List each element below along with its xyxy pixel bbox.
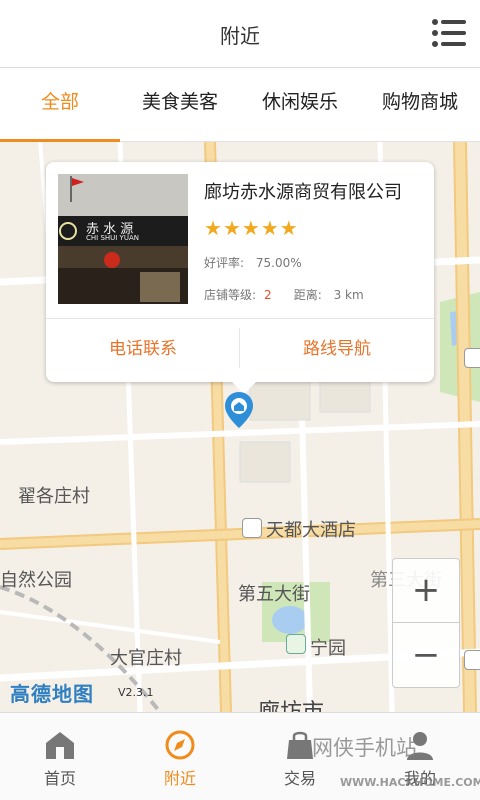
navigate-button[interactable]: 路线导航 xyxy=(240,318,434,380)
distance-label: 距离: xyxy=(293,288,322,302)
hotel-icon xyxy=(242,518,262,538)
shop-name: 廊坊赤水源商贸有限公司 xyxy=(204,182,402,203)
app-header: 附近 xyxy=(0,0,480,68)
shop-info-card[interactable]: 赤 水 源 CHI SHUI YUAN 廊坊赤水源商贸有限公司 ★ ★ ★ ★ … xyxy=(46,162,434,394)
landmark-icon xyxy=(464,348,480,368)
nav-label-home: 首页 xyxy=(43,769,76,788)
compass-icon xyxy=(165,730,195,760)
star-rating: ★ ★ ★ ★ ★ xyxy=(204,218,298,238)
level-label: 店铺等级: xyxy=(204,288,257,302)
rating-label: 好评率: xyxy=(204,256,245,270)
amap-version: V2.3.1 xyxy=(118,686,154,699)
menu-icon[interactable] xyxy=(432,18,466,48)
map-label-street5: 第五大街 xyxy=(238,584,310,605)
tab-leisure[interactable]: 休闲娱乐 xyxy=(240,68,360,142)
building-icon xyxy=(464,650,480,670)
nav-item-nearby[interactable]: 附近 xyxy=(120,713,240,800)
tab-all[interactable]: 全部 xyxy=(0,68,120,142)
map-label-dizhuang: 翟各庄村 xyxy=(18,486,90,507)
star-icon: ★ xyxy=(204,216,222,240)
call-button[interactable]: 电话联系 xyxy=(46,318,240,380)
tab-shopping[interactable]: 购物商城 xyxy=(360,68,480,142)
home-icon xyxy=(46,732,74,759)
level-value: 2 xyxy=(264,288,272,302)
zoom-out-button[interactable]: − xyxy=(393,624,459,688)
park-icon xyxy=(286,634,306,654)
map-label-daguan: 大官庄村 xyxy=(110,648,182,669)
map-label-city: 廊坊市 xyxy=(258,694,324,712)
level-row: 店铺等级: 2 距离: 3 km xyxy=(204,286,364,303)
watermark-text: 网侠手机站 xyxy=(312,736,417,760)
rating-value: 75.00% xyxy=(255,256,302,270)
page-title: 附近 xyxy=(220,24,260,48)
rating-row: 好评率: 75.00% xyxy=(204,254,302,271)
category-tabs: 全部 美食美客 休闲娱乐 购物商城 xyxy=(0,68,480,142)
star-icon: ★ xyxy=(279,216,298,240)
tab-food[interactable]: 美食美客 xyxy=(120,68,240,142)
map-label-ningyuan: 宁园 xyxy=(310,638,346,659)
photo-sign-en: CHI SHUI YUAN xyxy=(86,234,139,242)
amap-logo: 高德地图 xyxy=(10,682,94,706)
star-icon: ★ xyxy=(222,216,241,240)
distance-value: 3 km xyxy=(333,288,364,302)
nav-item-home[interactable]: 首页 xyxy=(0,713,120,800)
nav-label-nearby: 附近 xyxy=(163,769,196,788)
watermark-url: WWW.HACKHOME.COM xyxy=(340,776,480,789)
zoom-controls: + − xyxy=(392,558,460,688)
map-label-hotel: 天都大酒店 xyxy=(266,520,356,541)
map-label-park: 自然公园 xyxy=(0,570,72,591)
star-icon: ★ xyxy=(260,216,279,240)
location-pin-icon[interactable] xyxy=(225,392,253,428)
star-icon: ★ xyxy=(241,216,260,240)
shop-photo: 赤 水 源 CHI SHUI YUAN xyxy=(58,174,188,304)
zoom-in-button[interactable]: + xyxy=(393,559,459,623)
